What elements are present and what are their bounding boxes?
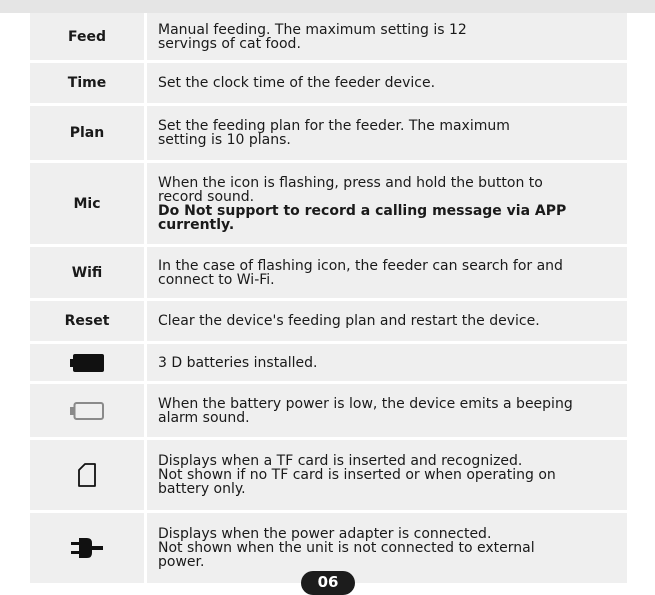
row-label: Feed <box>30 13 147 60</box>
table-row-reset: Reset Clear the device's feeding plan an… <box>30 301 627 344</box>
description-line: alarm sound. <box>158 409 250 426</box>
battery-full-icon <box>70 353 104 372</box>
table-row-mic: Mic When the icon is flashing, press and… <box>30 163 627 247</box>
description-line: Displays when a TF card is inserted and … <box>158 453 523 469</box>
power-plug-icon <box>71 538 103 558</box>
table-row-time: Time Set the clock time of the feeder de… <box>30 63 627 106</box>
row-description: 3 D batteries installed. <box>147 344 627 381</box>
description-line: In the case of flashing icon, the feeder… <box>158 257 563 274</box>
description-line: setting is 10 plans. <box>158 132 291 148</box>
description-line: connect to Wi-Fi. <box>158 271 275 288</box>
description-line: When the icon is flashing, press and hol… <box>158 174 543 191</box>
description-warning: Do Not support to record a calling messa… <box>158 202 567 219</box>
top-band <box>0 0 655 13</box>
row-description: In the case of flashing icon, the feeder… <box>147 247 627 298</box>
description-line: Not shown when the unit is not connected… <box>158 540 535 556</box>
description-warning: currently. <box>158 216 235 233</box>
row-label: Reset <box>30 301 147 341</box>
row-icon-cell <box>30 513 147 583</box>
description-line: Set the feeding plan for the feeder. The… <box>158 118 510 134</box>
row-description: Displays when a TF card is inserted and … <box>147 440 627 510</box>
table-row-battery-full: 3 D batteries installed. <box>30 344 627 384</box>
description-line: servings of cat food. <box>158 35 301 52</box>
table-row-battery-empty: When the battery power is low, the devic… <box>30 384 627 440</box>
row-description: Set the feeding plan for the feeder. The… <box>147 106 627 160</box>
row-description: Clear the device's feeding plan and rest… <box>147 301 627 341</box>
description-line: Clear the device's feeding plan and rest… <box>158 313 540 329</box>
battery-empty-icon <box>70 401 104 420</box>
description-line: record sound. <box>158 188 255 205</box>
description-line: power. <box>158 554 205 570</box>
description-line: 3 D batteries installed. <box>158 354 318 371</box>
page-number: 06 <box>301 571 355 595</box>
row-description: Displays when the power adapter is conne… <box>147 513 627 583</box>
table-row-sd-card: Displays when a TF card is inserted and … <box>30 440 627 513</box>
row-description: When the icon is flashing, press and hol… <box>147 163 627 244</box>
row-label: Plan <box>30 106 147 160</box>
row-description: Manual feeding. The maximum setting is 1… <box>147 13 627 60</box>
description-line: Displays when the power adapter is conne… <box>158 526 492 542</box>
table-row-feed: Feed Manual feeding. The maximum setting… <box>30 13 627 63</box>
row-description: When the battery power is low, the devic… <box>147 384 627 437</box>
row-icon-cell <box>30 440 147 510</box>
description-line: Manual feeding. The maximum setting is 1… <box>158 21 467 38</box>
description-line: battery only. <box>158 481 246 497</box>
description-line: Not shown if no TF card is inserted or w… <box>158 467 556 483</box>
sd-card-icon <box>78 463 96 487</box>
description-line: Set the clock time of the feeder device. <box>158 75 436 91</box>
row-label: Time <box>30 63 147 103</box>
function-table: Feed Manual feeding. The maximum setting… <box>30 13 627 583</box>
row-label: Wifi <box>30 247 147 298</box>
row-label: Mic <box>30 163 147 244</box>
row-icon-cell <box>30 384 147 437</box>
table-row-wifi: Wifi In the case of flashing icon, the f… <box>30 247 627 301</box>
row-description: Set the clock time of the feeder device. <box>147 63 627 103</box>
table-row-plan: Plan Set the feeding plan for the feeder… <box>30 106 627 163</box>
description-line: When the battery power is low, the devic… <box>158 395 573 412</box>
row-icon-cell <box>30 344 147 381</box>
